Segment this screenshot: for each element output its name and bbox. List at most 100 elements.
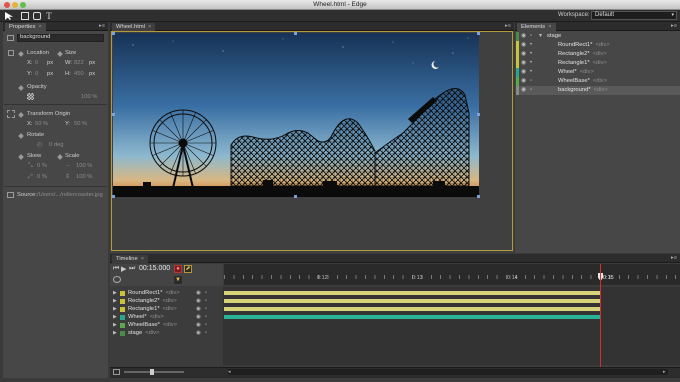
resize-handle[interactable]: [112, 195, 115, 198]
go-to-end-icon[interactable]: ⏭: [129, 265, 135, 273]
element-row-rectangle2[interactable]: ◉ • Rectangle2* <div>: [516, 50, 680, 59]
horizontal-scrollbar[interactable]: [228, 369, 668, 375]
text-tool-icon[interactable]: T: [45, 12, 53, 21]
element-row-roundrect1[interactable]: ◉ • RoundRect1* <div>: [516, 41, 680, 50]
element-row-wheelbase[interactable]: ◉ ▫ WheelBase* <div>: [516, 77, 680, 86]
snap-icon[interactable]: [113, 369, 120, 375]
lock-icon[interactable]: ▫: [530, 86, 532, 95]
search-icon[interactable]: [113, 276, 121, 283]
close-tab-icon[interactable]: ×: [548, 24, 551, 30]
rectangle-tool-icon[interactable]: [21, 12, 29, 20]
timeline-bar-rectangle1[interactable]: [224, 307, 600, 311]
timeline-row-rectangle1[interactable]: ▶ Rectangle1* <div> ◉ ▫: [111, 305, 222, 313]
element-row-rectangle1[interactable]: ◉ • Rectangle1* <div>: [516, 59, 680, 68]
tab-properties[interactable]: Properties ×: [5, 23, 46, 31]
current-time[interactable]: 00:15.000: [139, 265, 170, 272]
tab-timeline[interactable]: Timeline ×: [112, 255, 149, 263]
timeline-bar-wheel[interactable]: [224, 315, 600, 319]
panel-menu-icon[interactable]: ▸≡: [671, 23, 677, 29]
disclosure-right-icon[interactable]: ▶: [113, 321, 117, 329]
rounded-rectangle-tool-icon[interactable]: [33, 12, 41, 20]
tab-wheel-html[interactable]: Wheel.html ×: [112, 23, 156, 31]
timeline-bar-rectangle2[interactable]: [224, 299, 600, 303]
element-row-stage[interactable]: ◉ ▫ ▾ stage: [516, 32, 680, 41]
source-path[interactable]: /Users/.../rollercoaster.jpg: [37, 192, 103, 198]
timeline-row-stage[interactable]: ▶ stage <div> ◉ ▫: [111, 329, 222, 337]
go-to-start-icon[interactable]: ⏮: [113, 265, 119, 273]
element-id-field[interactable]: background: [17, 34, 104, 42]
resize-handle[interactable]: [477, 32, 480, 35]
lock-icon[interactable]: ▫: [530, 77, 532, 86]
selection-tool-icon[interactable]: [5, 12, 13, 20]
lock-icon[interactable]: ▫: [205, 297, 207, 305]
element-row-background[interactable]: ◉ ▫ background* <div>: [516, 86, 680, 95]
element-row-wheel[interactable]: ◉ • Wheel* <div>: [516, 68, 680, 77]
skew-y-value[interactable]: 0 %: [37, 174, 47, 180]
eye-icon[interactable]: ◉: [521, 41, 526, 50]
h-value[interactable]: 450: [74, 71, 84, 77]
timeline-bar-roundrect1[interactable]: [224, 291, 600, 295]
panel-menu-icon[interactable]: ▸≡: [99, 23, 105, 29]
to-y-value[interactable]: 50 %: [74, 121, 87, 127]
timeline-row-wheelbase[interactable]: ▶ WheelBase* <div> ◉ ▫: [111, 321, 222, 329]
eye-icon[interactable]: ◉: [521, 77, 526, 86]
timeline-row-roundrect1[interactable]: ▶ RoundRect1* <div> ◉ ▫: [111, 289, 222, 297]
panel-menu-icon[interactable]: ▸≡: [505, 23, 511, 29]
to-x-value[interactable]: 50 %: [35, 121, 48, 127]
skew-x-value[interactable]: 0 %: [37, 163, 47, 169]
timeline-row-wheel[interactable]: ▶ Wheel* <div> ◉ ▫: [111, 313, 222, 321]
disclosure-down-icon[interactable]: ▾: [539, 32, 542, 41]
eye-icon[interactable]: ◉: [196, 289, 201, 297]
resize-handle[interactable]: [112, 113, 115, 116]
close-tab-icon[interactable]: ×: [148, 24, 151, 30]
y-value[interactable]: 0: [35, 71, 38, 77]
w-value[interactable]: 822: [74, 60, 84, 66]
close-tab-icon[interactable]: ×: [141, 256, 144, 262]
resize-handle[interactable]: [477, 195, 480, 198]
rotate-value[interactable]: 0 deg: [49, 142, 64, 148]
disclosure-right-icon[interactable]: ▶: [113, 289, 117, 297]
zoom-slider-thumb[interactable]: [150, 369, 154, 375]
pin-icon[interactable]: ⬈: [184, 265, 192, 273]
disclosure-right-icon[interactable]: ▶: [113, 329, 117, 337]
scroll-right-icon[interactable]: ▸: [663, 369, 666, 375]
eye-icon[interactable]: ◉: [521, 50, 526, 59]
lock-icon[interactable]: •: [530, 50, 532, 59]
lock-icon[interactable]: •: [530, 68, 532, 77]
eye-icon[interactable]: ◉: [521, 86, 526, 95]
eye-icon[interactable]: ◉: [521, 68, 526, 77]
timeline-row-rectangle2[interactable]: ▶ Rectangle2* <div> ◉ ▫: [111, 297, 222, 305]
playhead-line[interactable]: [600, 264, 601, 367]
rollercoaster-image[interactable]: [113, 33, 479, 197]
close-tab-icon[interactable]: ×: [38, 24, 41, 30]
lock-icon[interactable]: ▫: [205, 313, 207, 321]
rotate-dial-icon[interactable]: ◴: [37, 142, 42, 148]
lock-icon[interactable]: ▫: [530, 32, 532, 41]
lock-icon[interactable]: •: [530, 41, 532, 50]
eye-icon[interactable]: ◉: [521, 32, 526, 41]
scale-y-value[interactable]: 100 %: [76, 174, 92, 180]
lock-icon[interactable]: ▫: [205, 289, 207, 297]
resize-handle[interactable]: [477, 113, 480, 116]
eye-icon[interactable]: ◉: [196, 329, 201, 337]
filter-icon[interactable]: ▼: [174, 276, 182, 284]
play-icon[interactable]: ▶: [121, 265, 126, 273]
eye-icon[interactable]: ◉: [196, 297, 201, 305]
panel-menu-icon[interactable]: ▸≡: [671, 255, 677, 261]
resize-handle[interactable]: [294, 32, 297, 35]
lock-icon[interactable]: ▫: [205, 305, 207, 313]
tab-elements[interactable]: Elements ×: [517, 23, 556, 31]
resize-handle[interactable]: [112, 32, 115, 35]
lock-icon[interactable]: ▫: [205, 321, 207, 329]
disclosure-right-icon[interactable]: ▶: [113, 297, 117, 305]
workspace-select[interactable]: Default ▾: [591, 11, 677, 20]
zoom-slider[interactable]: [124, 371, 184, 373]
opacity-value[interactable]: 100 %: [81, 94, 97, 100]
disclosure-right-icon[interactable]: ▶: [113, 313, 117, 321]
eye-icon[interactable]: ◉: [196, 305, 201, 313]
disclosure-right-icon[interactable]: ▶: [113, 305, 117, 313]
eye-icon[interactable]: ◉: [521, 59, 526, 68]
resize-handle[interactable]: [294, 195, 297, 198]
scale-x-value[interactable]: 100 %: [76, 163, 92, 169]
eye-icon[interactable]: ◉: [196, 313, 201, 321]
